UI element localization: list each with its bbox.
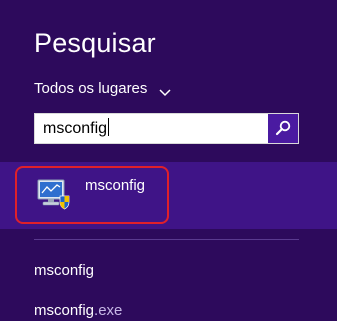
suggestion-match: msconfig <box>34 262 95 279</box>
search-input-value: msconfig <box>43 120 108 137</box>
suggestion-rest: .exe <box>94 302 123 319</box>
top-result-label: msconfig <box>85 177 146 194</box>
suggestion-match: msconfig <box>34 302 95 319</box>
suggestion-item[interactable]: msconfig.exe <box>34 302 122 319</box>
results-divider <box>34 239 299 240</box>
magnifier-icon <box>275 120 291 136</box>
system-config-icon <box>37 178 71 210</box>
search-scope-label: Todos os lugares <box>34 80 148 97</box>
panel-title: Pesquisar <box>34 28 156 58</box>
suggestion-item[interactable]: msconfig <box>34 262 94 279</box>
search-button[interactable] <box>268 114 298 143</box>
chevron-down-icon <box>159 84 171 96</box>
search-box[interactable]: msconfig <box>34 113 299 144</box>
top-result-item[interactable]: msconfig <box>15 166 169 224</box>
search-input[interactable]: msconfig <box>43 114 110 143</box>
text-caret <box>108 118 110 136</box>
search-scope-dropdown[interactable]: Todos os lugares <box>34 80 171 97</box>
